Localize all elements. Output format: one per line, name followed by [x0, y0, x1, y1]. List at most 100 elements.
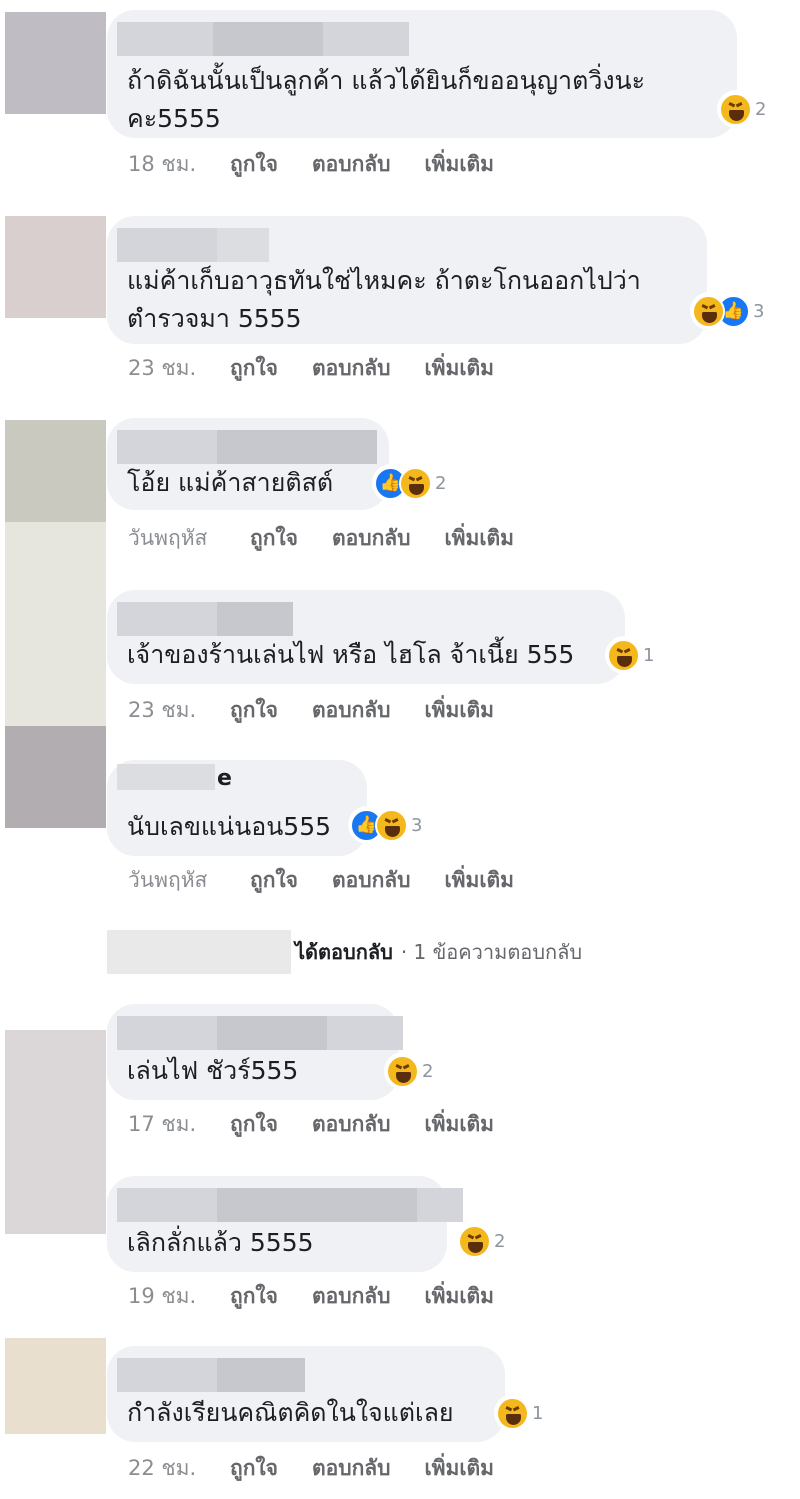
comment-bubble: แม่ค้าเก็บอาวุธทันใช่ไหมคะ ถ้าตะโกนออกไป…	[107, 216, 707, 344]
comment-bubble: โอ้ย แม่ค้าสายติสต์	[107, 418, 389, 510]
reply-link[interactable]: ตอบกลับ	[312, 148, 391, 181]
author-name-redacted[interactable]	[117, 602, 293, 636]
replies-count[interactable]: · 1 ข้อความตอบกลับ	[401, 936, 582, 968]
timestamp[interactable]: วันพฤหัส	[128, 522, 250, 555]
more-link[interactable]: เพิ่มเติม	[425, 1280, 495, 1313]
replies-label[interactable]: ได้ตอบกลับ	[295, 936, 393, 968]
comment-text: แม่ค้าเก็บอาวุธทันใช่ไหมคะ ถ้าตะโกนออกไป…	[127, 266, 641, 333]
author-name-redacted[interactable]	[117, 764, 215, 790]
reply-link[interactable]: ตอบกลับ	[312, 1280, 391, 1313]
comment-actions: วันพฤหัส ถูกใจ ตอบกลับ เพิ่มเติม	[128, 522, 548, 555]
timestamp[interactable]: 19 ชม.	[128, 1280, 230, 1313]
comment-text: เลิกลั่กแล้ว 5555	[127, 1228, 314, 1257]
haha-reaction-icon	[375, 808, 408, 842]
like-link[interactable]: ถูกใจ	[250, 522, 298, 555]
author-name-redacted[interactable]	[117, 1358, 305, 1392]
author-name-redacted[interactable]	[117, 430, 377, 464]
timestamp[interactable]: 17 ชม.	[128, 1108, 230, 1141]
author-name-redacted[interactable]	[117, 1016, 403, 1050]
author-name-fragment[interactable]: e	[217, 766, 232, 791]
comment-text: นับเลขแน่นอน555	[127, 812, 332, 841]
haha-reaction-icon	[399, 466, 432, 500]
comment-text: เล่นไฟ ชัวร์555	[127, 1056, 299, 1085]
reply-author-avatars-redacted	[107, 930, 291, 974]
comment-text: โอ้ย แม่ค้าสายติสต์	[127, 468, 334, 497]
haha-reaction-icon	[719, 92, 752, 126]
comment-actions: 18 ชม. ถูกใจ ตอบกลับ เพิ่มเติม	[128, 148, 528, 181]
more-link[interactable]: เพิ่มเติม	[445, 864, 515, 897]
more-link[interactable]: เพิ่มเติม	[425, 148, 495, 181]
comment-text: เจ้าของร้านเล่นไฟ หรือ ไฮโล จ้าเนี้ย 555	[127, 640, 575, 669]
reactions-summary[interactable]: 👍 3	[348, 806, 429, 844]
more-link[interactable]: เพิ่มเติม	[425, 352, 495, 385]
comment-bubble: เลิกลั่กแล้ว 5555	[107, 1176, 463, 1272]
avatar[interactable]	[5, 726, 106, 828]
haha-reaction-icon	[458, 1224, 491, 1258]
reactions-summary[interactable]: 👍 2	[372, 464, 453, 502]
avatar[interactable]	[5, 216, 106, 318]
comment-actions: 23 ชม. ถูกใจ ตอบกลับ เพิ่มเติม	[128, 352, 528, 385]
author-name-redacted[interactable]	[117, 22, 409, 56]
like-link[interactable]: ถูกใจ	[230, 352, 278, 385]
comment-actions: วันพฤหัส ถูกใจ ตอบกลับ เพิ่มเติม	[128, 864, 548, 897]
reactions-summary[interactable]: 2	[456, 1222, 512, 1260]
comment-actions: 19 ชม. ถูกใจ ตอบกลับ เพิ่มเติม	[128, 1280, 528, 1313]
more-link[interactable]: เพิ่มเติม	[445, 522, 515, 555]
reaction-count: 3	[753, 300, 765, 322]
view-replies-link[interactable]: ได้ตอบกลับ · 1 ข้อความตอบกลับ	[107, 930, 582, 974]
like-link[interactable]: ถูกใจ	[230, 1452, 278, 1485]
reaction-count: 1	[532, 1402, 544, 1424]
haha-reaction-icon	[692, 294, 725, 328]
reply-link[interactable]: ตอบกลับ	[312, 352, 391, 385]
reply-link[interactable]: ตอบกลับ	[332, 864, 411, 897]
comment-actions: 22 ชม. ถูกใจ ตอบกลับ เพิ่มเติม	[128, 1452, 528, 1485]
like-link[interactable]: ถูกใจ	[230, 694, 278, 727]
reply-link[interactable]: ตอบกลับ	[312, 1108, 391, 1141]
avatar[interactable]	[5, 420, 106, 522]
timestamp[interactable]: 22 ชม.	[128, 1452, 230, 1485]
reaction-count: 2	[435, 472, 447, 494]
reply-link[interactable]: ตอบกลับ	[312, 1452, 391, 1485]
comment-bubble: เล่นไฟ ชัวร์555	[107, 1004, 403, 1100]
timestamp[interactable]: 23 ชม.	[128, 694, 230, 727]
avatar[interactable]	[5, 1338, 106, 1434]
reactions-summary[interactable]: 2	[384, 1052, 440, 1090]
like-link[interactable]: ถูกใจ	[250, 864, 298, 897]
more-link[interactable]: เพิ่มเติม	[425, 694, 495, 727]
more-link[interactable]: เพิ่มเติม	[425, 1452, 495, 1485]
like-link[interactable]: ถูกใจ	[230, 1108, 278, 1141]
comment-text: ถ้าดิฉันนั้นเป็นลูกค้า แล้วได้ยินก็ขออนุ…	[127, 66, 646, 133]
reactions-summary[interactable]: 1	[605, 636, 661, 674]
reactions-summary[interactable]: 1	[494, 1394, 550, 1432]
reaction-count: 2	[755, 98, 767, 120]
comment-bubble: กำลังเรียนคณิตคิดในใจแต่เลย	[107, 1346, 505, 1442]
comment-bubble: e นับเลขแน่นอน555	[107, 760, 367, 856]
haha-reaction-icon	[607, 638, 640, 672]
reaction-count: 3	[411, 814, 423, 836]
comment-bubble: ถ้าดิฉันนั้นเป็นลูกค้า แล้วได้ยินก็ขออนุ…	[107, 10, 737, 138]
avatar[interactable]	[5, 1030, 106, 1234]
avatar[interactable]	[5, 522, 106, 726]
reply-link[interactable]: ตอบกลับ	[312, 694, 391, 727]
reaction-count: 2	[494, 1230, 506, 1252]
author-name-redacted[interactable]	[117, 1188, 463, 1222]
timestamp[interactable]: วันพฤหัส	[128, 864, 250, 897]
haha-reaction-icon	[386, 1054, 419, 1088]
reaction-count: 2	[422, 1060, 434, 1082]
reactions-summary[interactable]: 2	[717, 90, 773, 128]
like-link[interactable]: ถูกใจ	[230, 148, 278, 181]
reply-link[interactable]: ตอบกลับ	[332, 522, 411, 555]
timestamp[interactable]: 23 ชม.	[128, 352, 230, 385]
comment-bubble: เจ้าของร้านเล่นไฟ หรือ ไฮโล จ้าเนี้ย 555	[107, 590, 625, 684]
like-link[interactable]: ถูกใจ	[230, 1280, 278, 1313]
comment-actions: 17 ชม. ถูกใจ ตอบกลับ เพิ่มเติม	[128, 1108, 528, 1141]
haha-reaction-icon	[496, 1396, 529, 1430]
reactions-summary[interactable]: 👍 3	[690, 292, 771, 330]
author-name-redacted[interactable]	[117, 228, 269, 262]
comment-actions: 23 ชม. ถูกใจ ตอบกลับ เพิ่มเติม	[128, 694, 528, 727]
avatar[interactable]	[5, 12, 106, 114]
reaction-count: 1	[643, 644, 655, 666]
comment-text: กำลังเรียนคณิตคิดในใจแต่เลย	[127, 1398, 454, 1427]
timestamp[interactable]: 18 ชม.	[128, 148, 230, 181]
more-link[interactable]: เพิ่มเติม	[425, 1108, 495, 1141]
